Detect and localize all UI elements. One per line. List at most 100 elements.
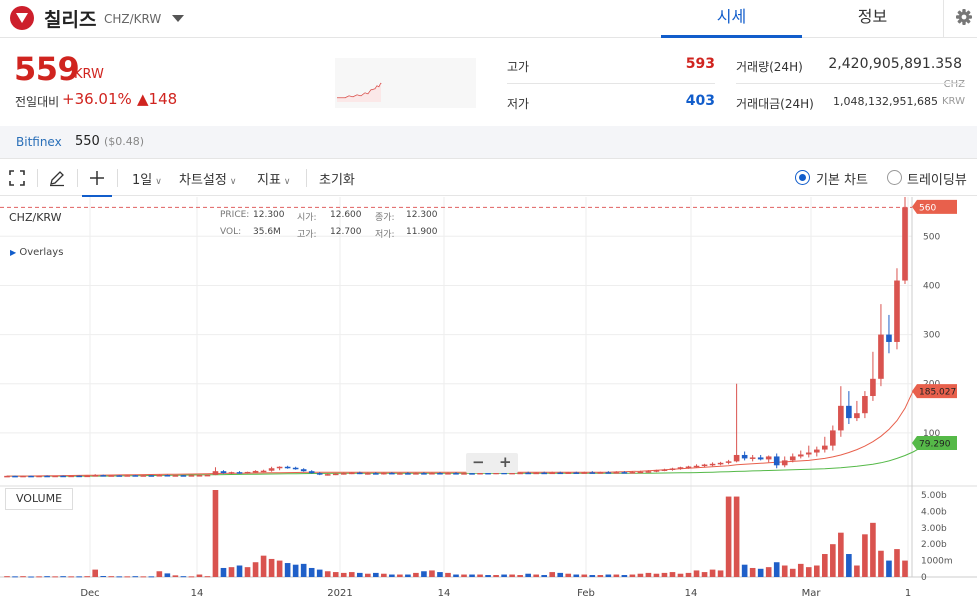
zoom-out-button[interactable]: − (472, 453, 485, 471)
overlays-label: Overlays (19, 247, 64, 258)
basic-chart-label[interactable]: 기본 차트 (816, 169, 868, 188)
settings-button[interactable] (943, 0, 977, 38)
volume-bar (838, 532, 844, 577)
volume-bar (140, 576, 147, 578)
candle-body (894, 280, 900, 342)
volume-bar (204, 576, 211, 578)
candle-body (557, 472, 564, 475)
chart-settings-label: 차트설정 (179, 173, 227, 188)
candle-body (749, 457, 756, 459)
volume-bar (324, 571, 331, 577)
volume-bar (773, 562, 780, 577)
candle-body (300, 469, 307, 472)
volume-bar (244, 567, 251, 577)
candle-body (757, 457, 764, 460)
zoom-in-button[interactable]: + (499, 453, 512, 471)
candle-body (260, 470, 267, 473)
candle-body (605, 472, 612, 474)
chevron-down-icon[interactable] (172, 15, 184, 22)
reset-button[interactable]: 초기화 (319, 169, 355, 188)
candle-body (485, 472, 491, 475)
tab-info[interactable]: 정보 (802, 0, 943, 38)
candle-body (212, 471, 219, 475)
indicators-menu[interactable]: 지표 ∨ (257, 169, 291, 188)
volume-bar (573, 574, 580, 577)
volume-bar (389, 574, 395, 577)
crosshair-icon[interactable] (88, 169, 106, 187)
volume-bar (172, 575, 179, 577)
volume-bar (437, 572, 443, 577)
volume-tick-label: 0 (921, 573, 927, 583)
x-tick-label: 2021 (327, 588, 352, 599)
chart-grid (0, 197, 977, 578)
tradingview-label[interactable]: 트레이딩뷰 (907, 169, 967, 188)
candle-body (797, 454, 804, 457)
volume-bar (356, 572, 363, 577)
price-axis: 500400300200100 (923, 232, 940, 439)
candle-body (445, 473, 451, 475)
ohlc-high-label: 고가: (297, 230, 317, 240)
volume-tick-label: 5.00b (921, 491, 947, 501)
coin-pair[interactable]: CHZ/KRW (104, 12, 161, 26)
high-value: 593 (685, 56, 715, 72)
candle-body (124, 475, 131, 477)
volume-bar (765, 567, 772, 577)
pencil-icon[interactable] (48, 169, 66, 187)
volume-tick-label: 4.00b (921, 507, 947, 517)
candle-body (902, 207, 908, 281)
coin-name[interactable]: 칠리즈 (44, 5, 96, 32)
volume-bar (725, 496, 732, 577)
volume-bar (421, 571, 427, 577)
candle-body (653, 470, 660, 472)
volume-bar (300, 563, 307, 577)
volume-bar (100, 576, 107, 578)
volume-bar (661, 572, 668, 577)
candle-body (44, 475, 50, 478)
candle-body (693, 465, 700, 468)
volume-bar (862, 534, 868, 577)
ohlc-low-value: 11.900 (406, 227, 438, 237)
candle-body (477, 472, 483, 475)
volume-bar (381, 573, 387, 577)
interval-select[interactable]: 1일 ∨ (132, 169, 162, 188)
volume-tick-label: 2.00b (921, 540, 947, 550)
volume-bar (52, 576, 58, 578)
volume-bar (284, 563, 291, 577)
candle-body (461, 473, 467, 475)
candle-body (276, 466, 283, 469)
caret-right-icon: ▶ (10, 248, 17, 257)
volume-bar (132, 576, 139, 578)
bitfinex-row: Bitfinex 550 ($0.48) (0, 126, 977, 158)
fullscreen-icon[interactable] (9, 170, 25, 186)
low-label: 저가 (507, 97, 530, 111)
volume-bar (629, 574, 636, 577)
candle-body (76, 475, 82, 478)
volume-bar (20, 576, 26, 578)
volume-axis: 5.00b 4.00b 3.00b 2.00b 1000m 0 (921, 491, 953, 583)
candle-body (196, 475, 203, 477)
chiliz-logo-icon (10, 6, 34, 30)
overlays-toggle[interactable]: ▶ Overlays (10, 247, 63, 258)
candle-body (36, 475, 42, 478)
volume-bar (653, 573, 660, 577)
candle-body (709, 463, 716, 466)
interval-label: 1일 (132, 173, 153, 188)
price-chart[interactable]: 500400300200100 5.00b4.00b3.00b2.00b1000… (0, 197, 977, 603)
tab-quote[interactable]: 시세 (661, 0, 802, 38)
basic-chart-radio[interactable] (795, 170, 810, 185)
candle-body (437, 473, 443, 475)
volume-bar (276, 560, 283, 577)
volume-bar (669, 572, 676, 577)
volume-bar (677, 573, 684, 577)
x-tick-label: 14 (438, 588, 451, 599)
ohlc-close-value: 12.300 (406, 210, 438, 220)
volume-bar (469, 574, 475, 577)
volume-bar (501, 574, 507, 577)
amount-unit: KRW (942, 96, 965, 107)
time-axis: Dec 14 2021 14 Feb 14 Mar 1 (80, 588, 911, 599)
volume-bar (581, 574, 588, 577)
volume-bar (822, 554, 828, 577)
chart-settings-menu[interactable]: 차트설정 ∨ (179, 169, 236, 188)
bitfinex-name[interactable]: Bitfinex (16, 135, 62, 149)
tradingview-radio[interactable] (887, 170, 902, 185)
